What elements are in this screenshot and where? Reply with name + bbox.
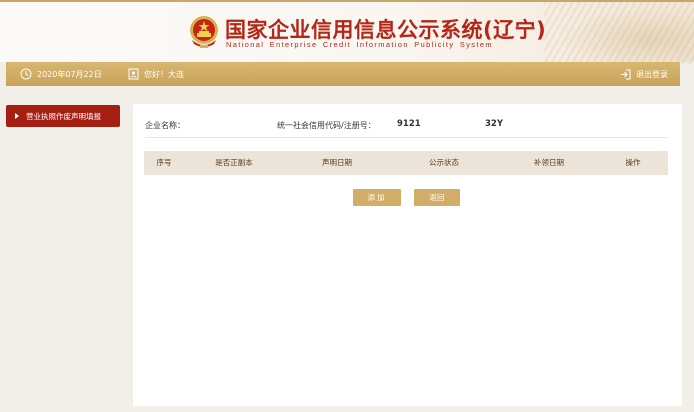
column-header-copy-type: 是否正副本	[215, 158, 253, 167]
national-emblem-icon	[190, 16, 218, 48]
company-info-row: 企业名称： 统一社会信用代码/注册号： 9121 32Y	[145, 118, 668, 138]
add-button[interactable]: 添加	[353, 189, 401, 206]
greeting-text: 您好！大连	[144, 69, 184, 79]
date-display: 2020年07月22日	[20, 62, 102, 86]
column-header-declare-date: 声明日期	[322, 158, 352, 167]
company-name-label: 企业名称：	[145, 121, 185, 130]
greeting: 您好！大连	[128, 62, 184, 86]
site-title-main: 国家企业信用信息公示系统	[225, 18, 483, 42]
header-decoration	[544, 2, 694, 64]
top-info-bar: 2020年07月22日 您好！大连 退出登录	[6, 62, 680, 86]
site-title-en: National Enterprise Credit Information P…	[226, 40, 493, 49]
back-button[interactable]: 返回	[414, 189, 460, 206]
column-header-actions: 操作	[625, 158, 641, 167]
column-header-index: 序号	[156, 158, 172, 167]
sidebar-item-label: 营业执照作废声明填报	[26, 111, 101, 121]
clock-icon	[20, 68, 32, 80]
logout-icon	[621, 69, 631, 79]
date-text: 2020年07月22日	[37, 69, 102, 79]
logout-label: 退出登录	[636, 69, 668, 79]
credit-code-label: 统一社会信用代码/注册号：	[277, 121, 376, 130]
user-document-icon	[128, 68, 139, 80]
triangle-right-icon	[15, 113, 19, 119]
main-panel: 企业名称： 统一社会信用代码/注册号： 9121 32Y 序号 是否正副本 声明…	[133, 104, 682, 406]
column-header-publicity-status: 公示状态	[429, 158, 459, 167]
site-header: 国家企业信用信息公示系统(辽宁) National Enterprise Cre…	[0, 0, 694, 64]
credit-code-value-end: 32Y	[485, 119, 503, 129]
site-title-province: (辽宁)	[483, 18, 547, 42]
credit-code-value-start: 9121	[397, 119, 421, 129]
logout-button[interactable]: 退出登录	[620, 62, 668, 86]
sidebar-item-license-void-declaration[interactable]: 营业执照作废声明填报	[6, 105, 120, 127]
declaration-table-header: 序号 是否正副本 声明日期 公示状态 补领日期 操作	[144, 151, 668, 175]
column-header-reissue-date: 补领日期	[534, 158, 564, 167]
